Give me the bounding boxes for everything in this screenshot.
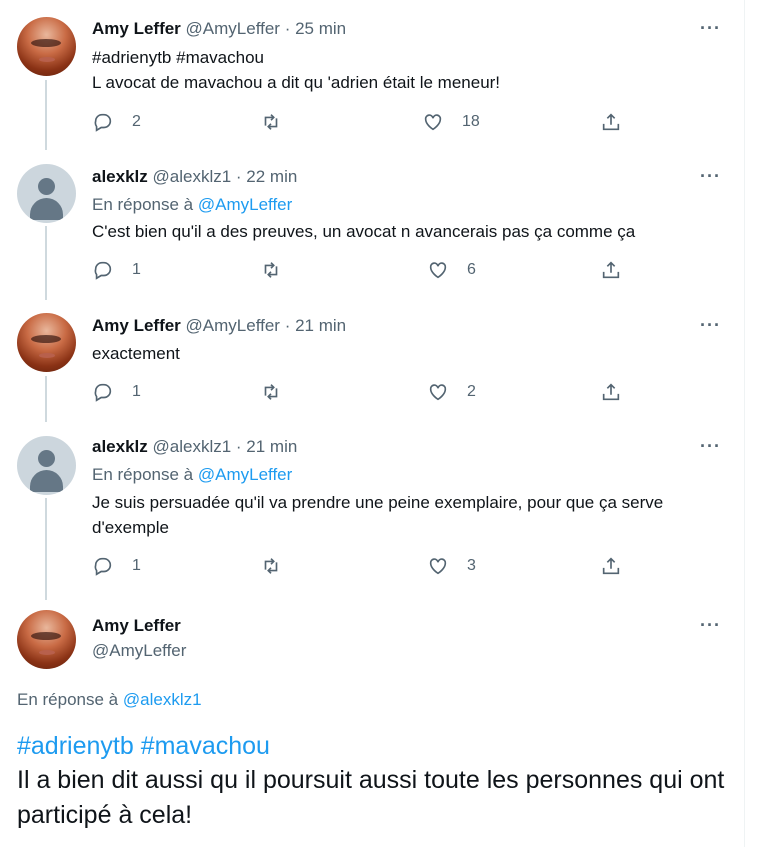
default-avatar-body: [30, 198, 63, 220]
thread-line: [45, 376, 47, 422]
timeline-border: [744, 0, 745, 847]
tweet-actions: 1 3: [92, 555, 652, 581]
like-count: 18: [462, 113, 480, 130]
author-name[interactable]: Amy Leffer: [92, 19, 181, 38]
like-count: 3: [467, 557, 476, 574]
tweet[interactable]: alexklz @alexklz1 · 22 min ··· En répons…: [0, 150, 744, 300]
more-options-icon[interactable]: ···: [700, 166, 721, 187]
tweet[interactable]: alexklz @alexklz1 · 21 min ··· En répons…: [0, 422, 744, 600]
tweet-text: C'est bien qu'il a des preuves, un avoca…: [92, 222, 636, 241]
heart-icon: [424, 114, 442, 131]
reply-button[interactable]: 1: [92, 555, 141, 577]
author-name[interactable]: alexklz: [92, 437, 148, 456]
share-button[interactable]: [600, 259, 622, 281]
thread-line: [45, 498, 47, 600]
reply-context: En réponse à @AmyLeffer: [92, 194, 292, 216]
author-meta[interactable]: @alexklz1 · 22 min: [153, 167, 298, 186]
heart-icon: [429, 262, 447, 279]
like-count: 6: [467, 261, 476, 278]
retweet-button[interactable]: [260, 555, 282, 577]
share-icon: [602, 113, 620, 131]
like-button[interactable]: 6: [427, 259, 476, 281]
share-icon: [602, 557, 620, 575]
like-button[interactable]: 18: [422, 111, 480, 133]
reply-count: 1: [132, 383, 141, 400]
reply-icon: [94, 113, 112, 132]
thread-line: [45, 80, 47, 150]
tweet-text: Je suis persuadée qu'il va prendre une p…: [92, 493, 664, 537]
reply-button[interactable]: 2: [92, 111, 141, 133]
tweet-header: alexklz @alexklz1 · 21 min: [92, 436, 297, 458]
tweet-text: L avocat de mavachou a dit qu 'adrien ét…: [92, 73, 501, 92]
author-meta[interactable]: @AmyLeffer · 21 min: [186, 316, 347, 335]
default-avatar-body: [30, 470, 63, 492]
default-avatar-head: [38, 178, 55, 195]
tweet-text: Il a bien dit aussi qu il poursuit aussi…: [17, 766, 725, 829]
tweet-actions: 1 6: [92, 259, 652, 285]
reply-prefix: En réponse à: [92, 195, 194, 214]
reply-handle-link[interactable]: @AmyLeffer: [198, 465, 292, 484]
avatar[interactable]: [17, 610, 76, 669]
avatar[interactable]: [17, 313, 76, 372]
share-icon: [602, 383, 620, 401]
hashtags[interactable]: #adrienytb #mavachou: [17, 730, 270, 762]
reply-prefix: En réponse à: [92, 465, 194, 484]
retweet-button[interactable]: [260, 259, 282, 281]
like-button[interactable]: 2: [427, 381, 476, 403]
reply-button[interactable]: 1: [92, 259, 141, 281]
reply-handle-link[interactable]: @AmyLeffer: [198, 195, 292, 214]
more-options-icon[interactable]: ···: [700, 315, 721, 336]
like-count: 2: [467, 383, 476, 400]
share-button[interactable]: [600, 111, 622, 133]
retweet-button[interactable]: [260, 381, 282, 403]
tweet-actions: 2 18: [92, 111, 652, 137]
reply-icon: [94, 261, 112, 280]
retweet-icon: [264, 558, 278, 574]
reply-button[interactable]: 1: [92, 381, 141, 403]
tweet-header: alexklz @alexklz1 · 22 min: [92, 166, 297, 188]
more-options-icon[interactable]: ···: [700, 18, 721, 39]
reply-count: 2: [132, 113, 141, 130]
tweet-text: exactement: [92, 344, 180, 363]
reply-handle-link[interactable]: @alexklz1: [123, 690, 202, 709]
author-meta[interactable]: @alexklz1 · 21 min: [153, 437, 298, 456]
more-options-icon[interactable]: ···: [700, 615, 721, 636]
author-meta[interactable]: @AmyLeffer · 25 min: [186, 19, 347, 38]
like-button[interactable]: 3: [427, 555, 476, 577]
retweet-icon: [264, 262, 278, 278]
retweet-button[interactable]: [260, 111, 282, 133]
heart-icon: [429, 558, 447, 575]
reply-context: En réponse à @AmyLeffer: [92, 464, 292, 486]
tweet-header: Amy Leffer @AmyLeffer · 21 min: [92, 315, 346, 337]
reply-prefix: En réponse à: [17, 690, 119, 709]
retweet-icon: [264, 384, 278, 400]
avatar[interactable]: [17, 164, 76, 223]
avatar[interactable]: [17, 17, 76, 76]
author-name[interactable]: Amy Leffer: [92, 316, 181, 335]
share-button[interactable]: [600, 381, 622, 403]
author-handle[interactable]: @AmyLeffer: [92, 640, 186, 662]
hashtags[interactable]: #adrienytb #mavachou: [92, 45, 732, 70]
avatar[interactable]: [17, 436, 76, 495]
tweet[interactable]: Amy Leffer @AmyLeffer · 25 min ··· #adri…: [0, 0, 744, 150]
reply-context: En réponse à @alexklz1: [17, 690, 202, 710]
author-name[interactable]: alexklz: [92, 167, 148, 186]
retweet-icon: [264, 114, 278, 130]
share-button[interactable]: [600, 555, 622, 577]
share-icon: [602, 261, 620, 279]
more-options-icon[interactable]: ···: [700, 436, 721, 457]
heart-icon: [429, 384, 447, 401]
reply-count: 1: [132, 261, 141, 278]
tweet-actions: 1 2: [92, 381, 652, 407]
default-avatar-head: [38, 450, 55, 467]
reply-icon: [94, 557, 112, 576]
reply-icon: [94, 383, 112, 402]
tweet[interactable]: Amy Leffer @AmyLeffer · 21 min ··· exact…: [0, 300, 744, 422]
tweet-header: Amy Leffer @AmyLeffer · 25 min: [92, 18, 346, 40]
thread-line: [45, 226, 47, 300]
author-name[interactable]: Amy Leffer: [92, 615, 181, 637]
reply-count: 1: [132, 557, 141, 574]
